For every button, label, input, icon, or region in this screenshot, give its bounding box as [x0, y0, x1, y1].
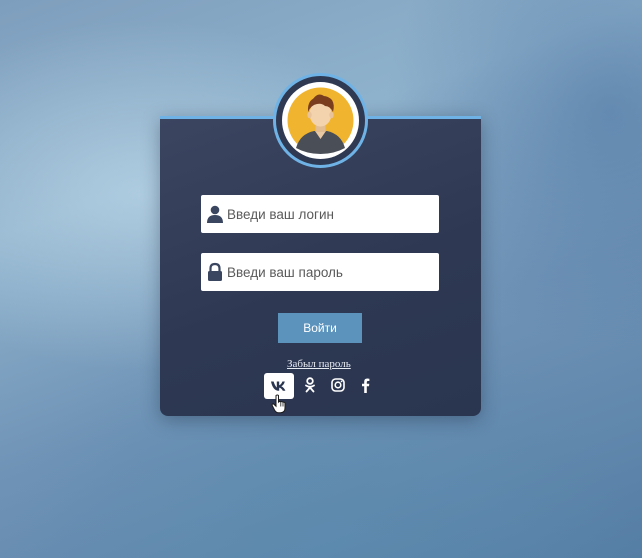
login-button[interactable]: Войти	[278, 313, 362, 343]
login-input[interactable]	[225, 206, 432, 222]
avatar-image	[282, 82, 359, 159]
login-field[interactable]	[201, 195, 439, 233]
user-icon	[207, 205, 223, 223]
odnoklassniki-icon	[305, 377, 315, 393]
vk-icon	[271, 381, 286, 391]
lock-icon	[208, 262, 222, 281]
password-field[interactable]	[201, 253, 439, 291]
avatar	[273, 73, 368, 168]
facebook-icon	[361, 378, 369, 393]
forgot-password-link[interactable]: Забыл пароль	[287, 358, 351, 370]
hand-cursor-icon	[271, 394, 286, 414]
odnoklassniki-button[interactable]	[300, 373, 320, 397]
facebook-button[interactable]	[355, 373, 375, 397]
password-input[interactable]	[225, 264, 432, 280]
instagram-button[interactable]	[328, 373, 348, 397]
instagram-icon	[331, 378, 345, 392]
